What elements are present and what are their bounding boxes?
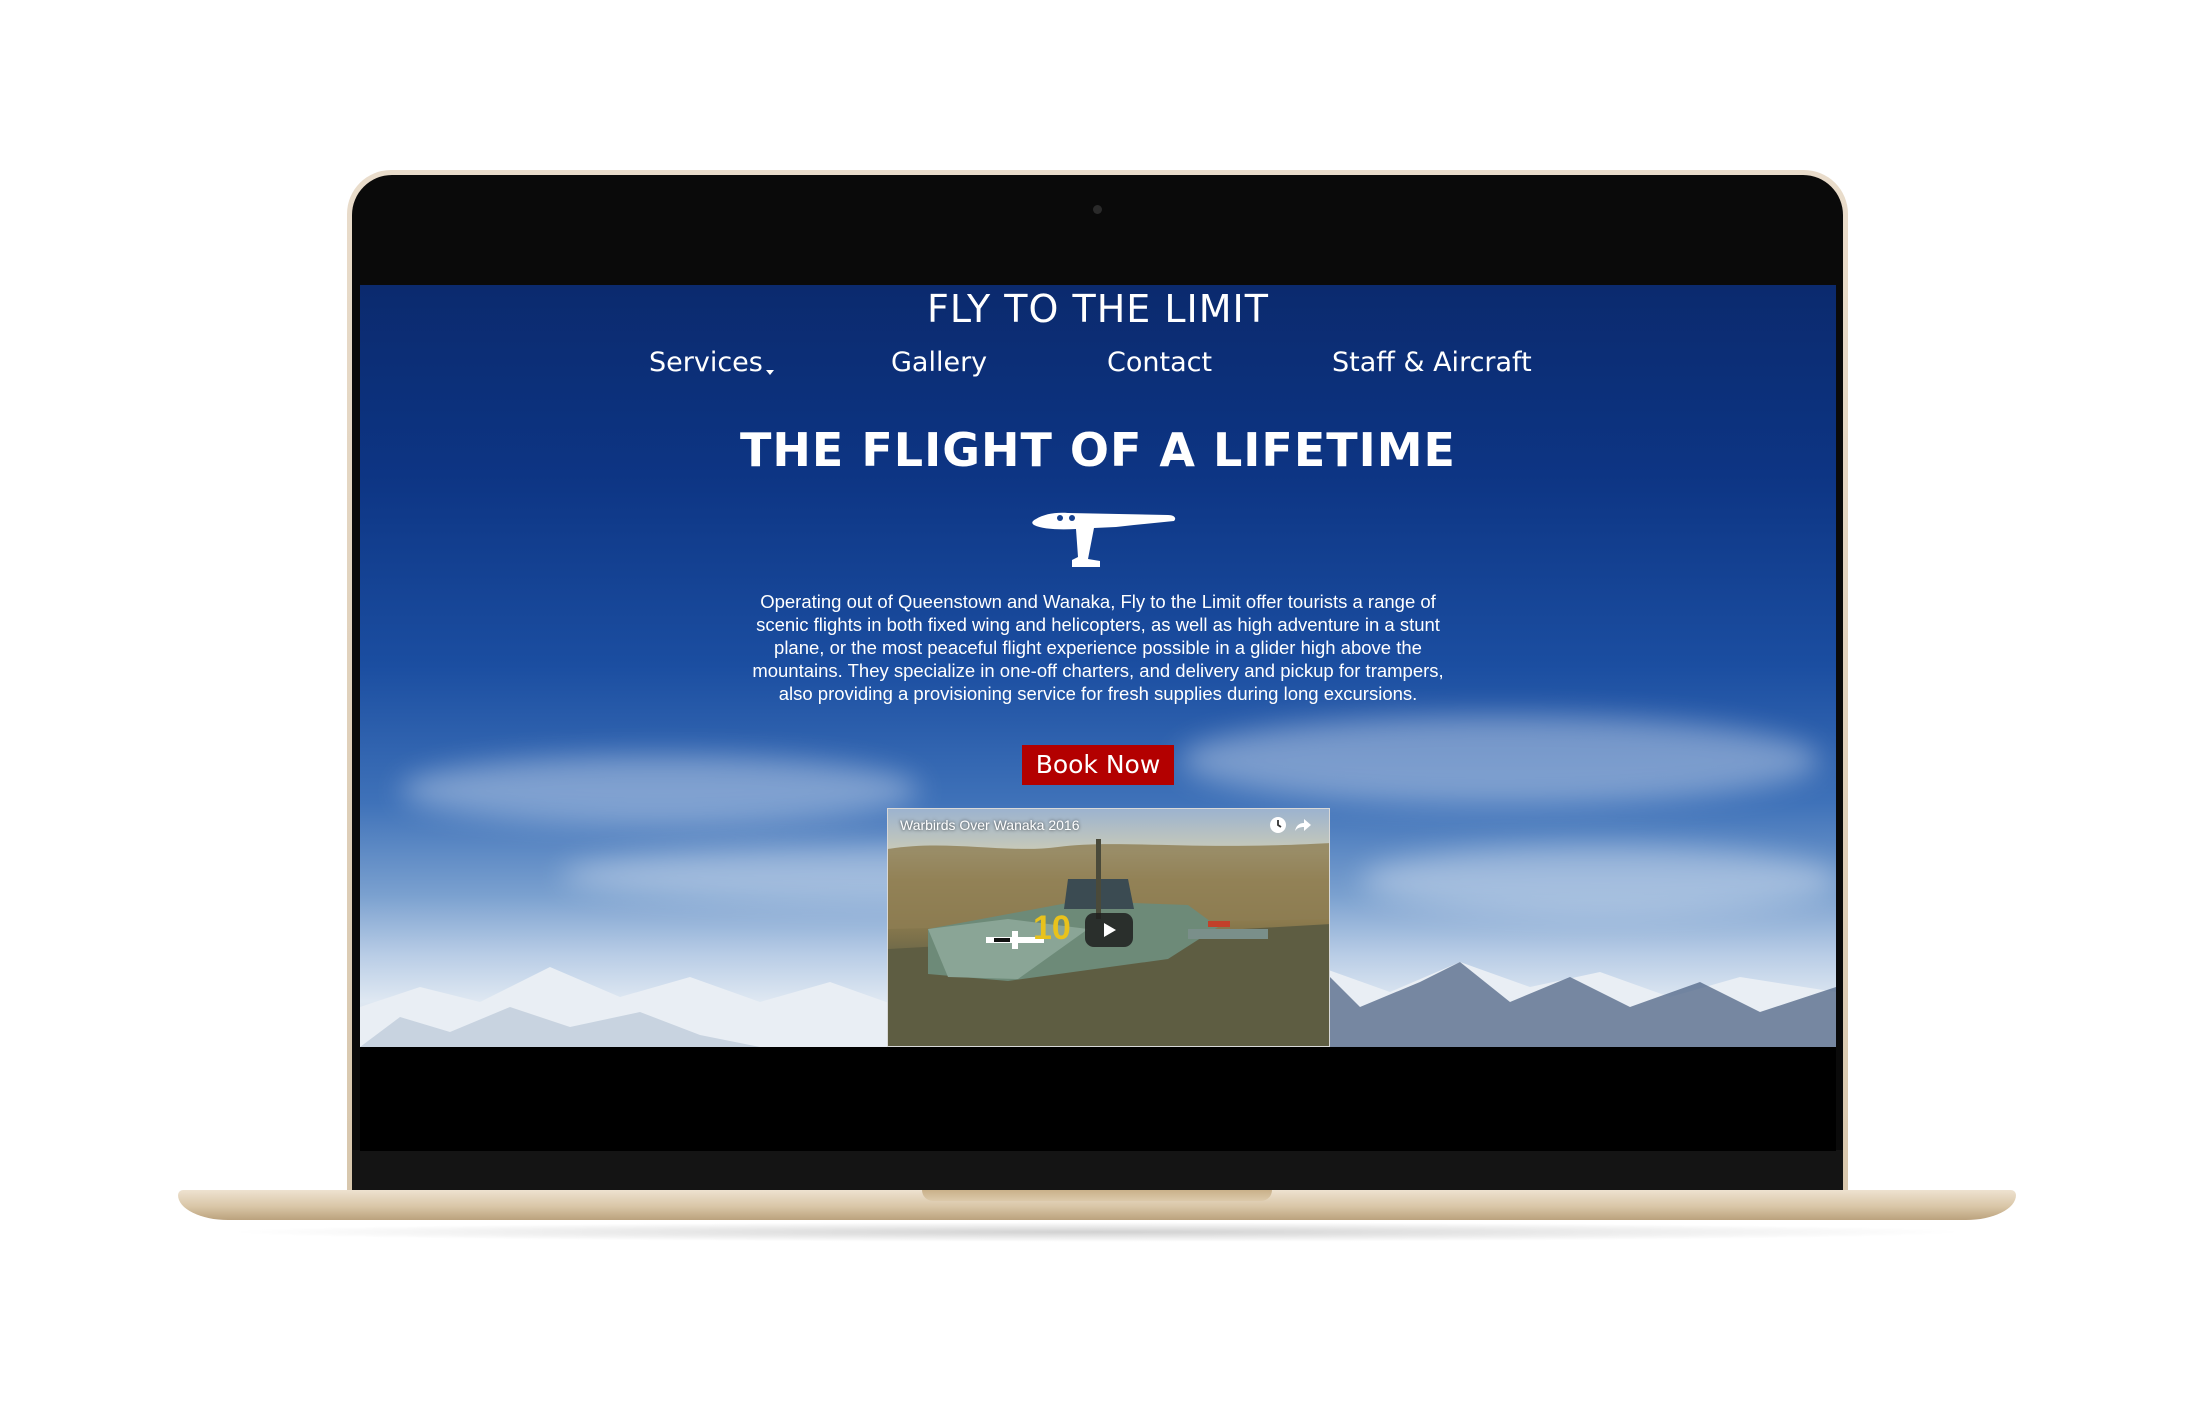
laptop-shadow [220,1222,1974,1242]
nav-contact[interactable]: Contact [1107,343,1212,383]
play-icon[interactable] [1085,913,1133,947]
video-embed[interactable]: 10 Warbirds Over Wanaka 2016 [887,808,1330,1047]
video-title: Warbirds Over Wanaka 2016 [900,817,1080,833]
hero-headline: THE FLIGHT OF A LIFETIME [740,423,1456,477]
share-icon[interactable] [1293,815,1313,835]
mockup-stage: FLY TO THE LIMIT Services Gallery Contac… [0,0,2194,1415]
camera-icon [1093,205,1102,214]
nav-services[interactable]: Services [649,343,774,383]
cloud [1360,845,1836,915]
cloud [400,755,920,825]
clock-icon[interactable] [1268,815,1288,835]
hero-description: Operating out of Queenstown and Wanaka, … [752,591,1444,704]
site-title: FLY TO THE LIMIT [927,287,1269,331]
plane-icon [1032,512,1176,567]
nav-staff-aircraft[interactable]: Staff & Aircraft [1332,343,1532,383]
book-now-button[interactable]: Book Now [1022,745,1174,785]
dropdown-caret-icon [765,370,774,375]
svg-text:10: 10 [1033,909,1071,947]
screen: FLY TO THE LIMIT Services Gallery Contac… [360,285,1836,1151]
nav-gallery[interactable]: Gallery [891,343,987,383]
laptop-hinge-notch [922,1190,1272,1201]
cloud [1180,715,1820,805]
nav-services-label: Services [649,347,763,378]
hero-sky-background: FLY TO THE LIMIT Services Gallery Contac… [360,285,1836,1047]
